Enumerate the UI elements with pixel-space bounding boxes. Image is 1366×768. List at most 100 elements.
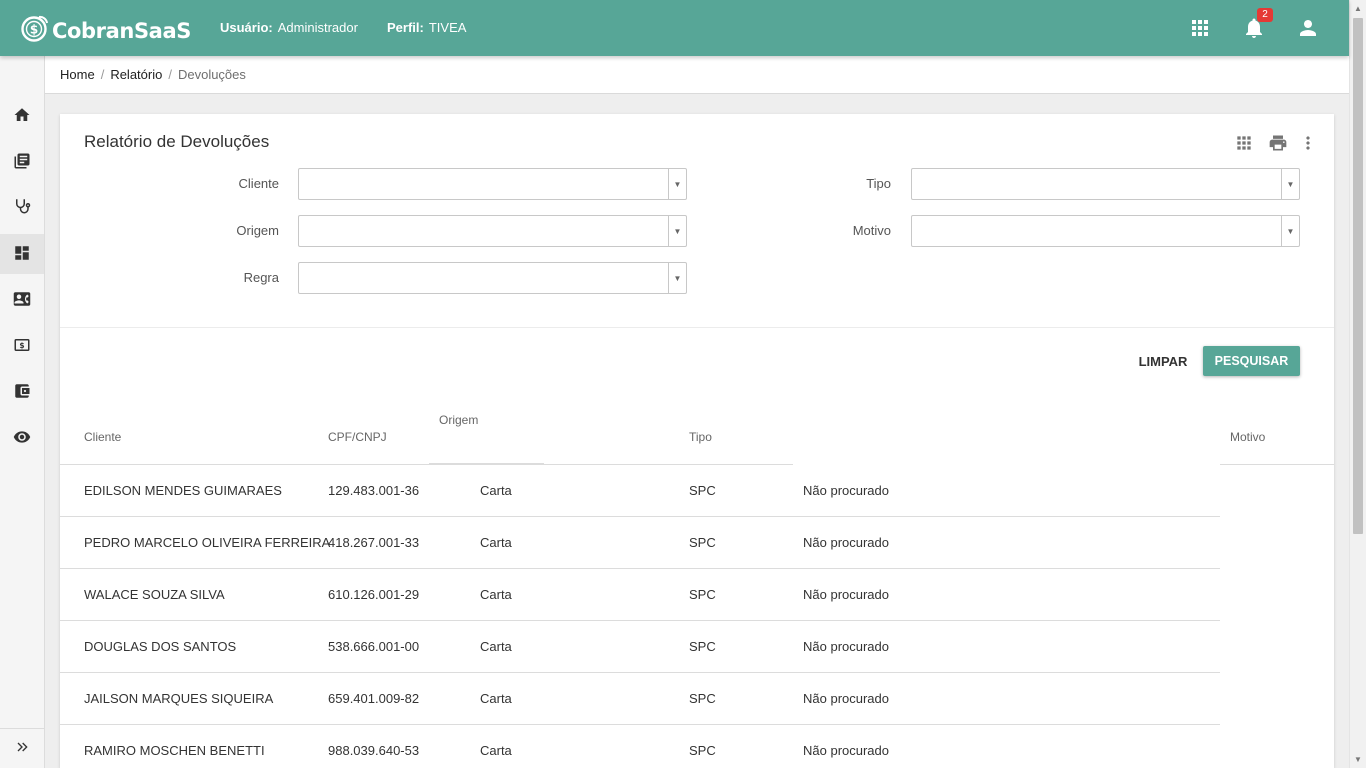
dropdown-arrow-icon[interactable]: ▼ [1281, 216, 1299, 246]
cell-origem: Carta [480, 535, 512, 550]
svg-text:$: $ [30, 23, 38, 37]
money-icon: $ [13, 336, 31, 357]
scroll-down-icon[interactable]: ▼ [1350, 751, 1366, 768]
motivo-label: Motivo [852, 223, 891, 238]
sidebar-item-home[interactable] [0, 96, 44, 136]
breadcrumb-relatorio[interactable]: Relatório [110, 67, 162, 82]
scroll-up-icon[interactable]: ▲ [1350, 0, 1366, 17]
tipo-label: Tipo [866, 176, 891, 191]
cell-cliente: DOUGLAS DOS SANTOS [84, 639, 237, 654]
cell-origem: Carta [480, 587, 512, 602]
cell-tipo: SPC [689, 483, 716, 498]
tipo-select[interactable]: ▼ [911, 168, 1300, 200]
table-row[interactable]: EDILSON MENDES GUIMARAES 129.483.001-36 … [60, 465, 1220, 517]
dropdown-arrow-icon[interactable]: ▼ [1281, 169, 1299, 199]
sidebar-item-finance[interactable]: $ [0, 326, 44, 366]
cliente-label: Cliente [238, 176, 279, 191]
scrollbar-thumb[interactable] [1353, 18, 1363, 534]
svg-text:$: $ [19, 341, 24, 350]
page-title: Relatório de Devoluções [84, 132, 270, 151]
cell-origem: Carta [480, 639, 512, 654]
cell-cliente: EDILSON MENDES GUIMARAES [84, 483, 282, 498]
sidebar-expand-button[interactable] [0, 728, 44, 768]
table-row[interactable]: PEDRO MARCELO OLIVEIRA FERREIRA 418.267.… [60, 517, 1220, 569]
more-vert-icon[interactable] [1298, 133, 1318, 153]
cell-tipo: SPC [689, 587, 716, 602]
cell-cpf: 538.666.001-00 [328, 639, 420, 654]
table-row[interactable]: DOUGLAS DOS SANTOS 538.666.001-00 Carta … [60, 621, 1220, 673]
grid-icon[interactable] [1234, 133, 1254, 153]
sidebar-item-dashboard[interactable] [0, 234, 44, 274]
regra-label: Regra [243, 270, 279, 285]
wallet-icon [13, 382, 31, 403]
home-icon [13, 106, 31, 127]
cell-cliente: WALACE SOUZA SILVA [84, 587, 225, 602]
column-header-cpf[interactable]: CPF/CNPJ [328, 430, 387, 444]
cell-tipo: SPC [689, 691, 716, 706]
dollar-coin-icon: $ [20, 13, 50, 43]
profile-info: Perfil: TIVEA [387, 20, 466, 35]
cell-cpf: 988.039.640-53 [328, 743, 420, 758]
search-button[interactable]: PESQUISAR [1203, 346, 1300, 376]
breadcrumb-home[interactable]: Home [60, 67, 95, 82]
cell-motivo: Não procurado [803, 587, 889, 602]
notification-badge: 2 [1257, 8, 1273, 22]
regra-select[interactable]: ▼ [298, 262, 687, 294]
sidebar-item-view[interactable] [0, 418, 44, 458]
column-header-cliente[interactable]: Cliente [84, 430, 121, 444]
breadcrumb-current: Devoluções [177, 67, 246, 82]
page-scrollbar[interactable]: ▲ ▼ [1349, 0, 1366, 768]
sidebar-item-library[interactable] [0, 142, 44, 182]
user-value: Administrador [277, 20, 358, 35]
origem-select[interactable]: ▼ [298, 215, 687, 247]
sidebar-item-wallet[interactable] [0, 372, 44, 412]
cell-origem: Carta [480, 483, 512, 498]
breadcrumb-bar: Home / Relatório / Devoluções [45, 56, 1349, 94]
dropdown-arrow-icon[interactable]: ▼ [668, 169, 686, 199]
breadcrumb: Home / Relatório / Devoluções [60, 67, 246, 82]
column-header-tipo[interactable]: Tipo [689, 430, 712, 444]
account-icon[interactable] [1296, 16, 1320, 40]
contact-card-icon [13, 290, 31, 311]
eye-icon [13, 428, 31, 449]
report-card: Relatório de Devoluções Cliente ▼ Tipo ▼… [60, 114, 1334, 768]
cell-motivo: Não procurado [803, 535, 889, 550]
cliente-select[interactable]: ▼ [298, 168, 687, 200]
motivo-select[interactable]: ▼ [911, 215, 1300, 247]
profile-value: TIVEA [428, 20, 467, 35]
column-header-origem[interactable]: Origem [439, 413, 478, 427]
origem-label: Origem [236, 223, 279, 238]
breadcrumb-separator: / [100, 67, 105, 82]
app-name: CobranSaaS [52, 18, 191, 43]
apps-icon[interactable] [1188, 16, 1212, 40]
clear-button[interactable]: LIMPAR [1128, 346, 1198, 376]
print-icon[interactable] [1268, 133, 1288, 153]
header-divider [1220, 464, 1334, 465]
column-header-motivo[interactable]: Motivo [1230, 430, 1265, 444]
app-logo[interactable]: $ CobranSaaS [20, 12, 191, 44]
cell-cliente: JAILSON MARQUES SIQUEIRA [84, 691, 274, 706]
table-row[interactable]: WALACE SOUZA SILVA 610.126.001-29 Carta … [60, 569, 1220, 621]
cell-cpf: 418.267.001-33 [328, 535, 420, 550]
user-info: Usuário: Administrador [220, 20, 358, 35]
table-row[interactable]: RAMIRO MOSCHEN BENETTI 988.039.640-53 Ca… [60, 725, 1220, 768]
dropdown-arrow-icon[interactable]: ▼ [668, 263, 686, 293]
cell-motivo: Não procurado [803, 691, 889, 706]
dashboard-icon [13, 244, 31, 265]
divider [60, 327, 1334, 328]
breadcrumb-separator: / [168, 67, 172, 82]
double-chevron-right-icon [14, 739, 30, 758]
cell-origem: Carta [480, 691, 512, 706]
library-books-icon [13, 152, 31, 173]
cell-cliente: RAMIRO MOSCHEN BENETTI [84, 743, 265, 758]
cell-tipo: SPC [689, 639, 716, 654]
cell-tipo: SPC [689, 535, 716, 550]
dropdown-arrow-icon[interactable]: ▼ [668, 216, 686, 246]
sidebar-nav: $ [0, 56, 45, 768]
cell-motivo: Não procurado [803, 743, 889, 758]
sidebar-item-contacts[interactable] [0, 280, 44, 320]
cell-cpf: 659.401.009-82 [328, 691, 420, 706]
cell-cliente: PEDRO MARCELO OLIVEIRA FERREIRA [84, 535, 331, 550]
table-row[interactable]: JAILSON MARQUES SIQUEIRA 659.401.009-82 … [60, 673, 1220, 725]
sidebar-item-stethoscope[interactable] [0, 187, 44, 227]
